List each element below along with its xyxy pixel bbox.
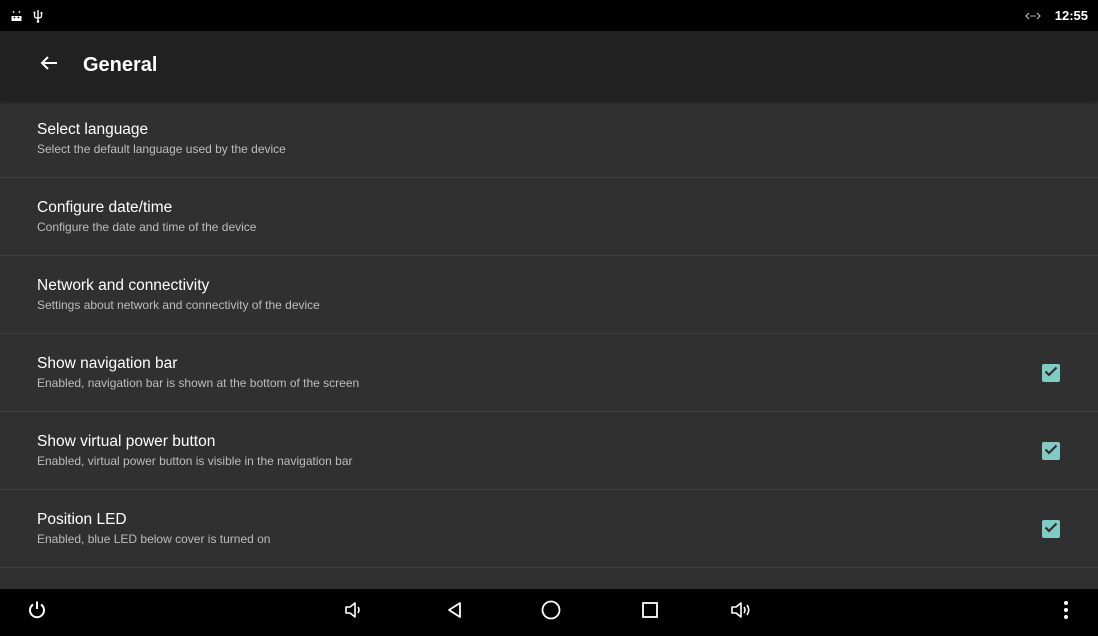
status-bar: 12:55 <box>0 0 1098 31</box>
virtual-power-button-checkbox[interactable] <box>1042 441 1060 460</box>
power-button[interactable] <box>17 589 57 636</box>
check-icon <box>1044 442 1058 460</box>
usb-icon <box>33 9 43 23</box>
setting-summary: Enabled, virtual power button is visible… <box>37 454 353 468</box>
setting-position-led[interactable]: Position LED Enabled, blue LED below cov… <box>0 490 1098 568</box>
navigation-bar-checkbox[interactable] <box>1042 363 1060 382</box>
check-icon <box>1044 364 1058 382</box>
setting-title: Configure date/time <box>37 199 173 216</box>
power-icon <box>27 600 47 625</box>
setting-title: Show navigation bar <box>37 355 178 372</box>
setting-select-language[interactable]: Select language Select the default langu… <box>0 100 1098 178</box>
android-icon <box>10 10 23 22</box>
arrow-left-icon <box>40 55 58 76</box>
setting-title: Network and connectivity <box>37 277 210 294</box>
navigation-bar <box>0 589 1098 636</box>
recents-button[interactable] <box>630 589 670 636</box>
recents-icon <box>640 600 660 625</box>
data-transfer-icon <box>1024 11 1041 21</box>
setting-summary: Enabled, navigation bar is shown at the … <box>37 376 360 390</box>
more-options-button[interactable] <box>1046 589 1086 636</box>
position-led-checkbox[interactable] <box>1042 519 1060 538</box>
page-title: General <box>83 54 158 76</box>
check-icon <box>1044 520 1058 538</box>
setting-row-partial[interactable] <box>0 568 1098 589</box>
setting-show-navigation-bar[interactable]: Show navigation bar Enabled, navigation … <box>0 334 1098 412</box>
volume-down-icon <box>343 600 363 625</box>
setting-configure-date-time[interactable]: Configure date/time Configure the date a… <box>0 178 1098 256</box>
volume-up-button[interactable] <box>721 589 761 636</box>
action-bar: General <box>0 31 1098 100</box>
setting-title: Position LED <box>37 511 127 528</box>
setting-summary: Configure the date and time of the devic… <box>37 220 257 234</box>
volume-up-icon <box>729 600 753 625</box>
setting-network-connectivity[interactable]: Network and connectivity Settings about … <box>0 256 1098 334</box>
setting-title: Select language <box>37 121 149 138</box>
setting-summary: Select the default language used by the … <box>37 142 286 156</box>
setting-summary: Enabled, blue LED below cover is turned … <box>37 532 271 546</box>
status-bar-right: 12:55 <box>1024 8 1088 23</box>
nav-back-button[interactable] <box>435 589 475 636</box>
status-clock: 12:55 <box>1054 8 1088 23</box>
setting-summary: Settings about network and connectivity … <box>37 298 320 312</box>
back-icon <box>445 600 465 625</box>
screen: 12:55 General Select language Select the… <box>0 0 1098 636</box>
setting-title: Show virtual power button <box>37 433 216 450</box>
settings-list[interactable]: Select language Select the default langu… <box>0 100 1098 589</box>
setting-show-virtual-power-button[interactable]: Show virtual power button Enabled, virtu… <box>0 412 1098 490</box>
home-button[interactable] <box>531 589 571 636</box>
volume-down-button[interactable] <box>333 589 373 636</box>
back-button[interactable] <box>37 54 61 78</box>
more-vert-icon <box>1063 600 1069 625</box>
status-bar-left <box>10 9 43 23</box>
home-icon <box>540 599 562 626</box>
